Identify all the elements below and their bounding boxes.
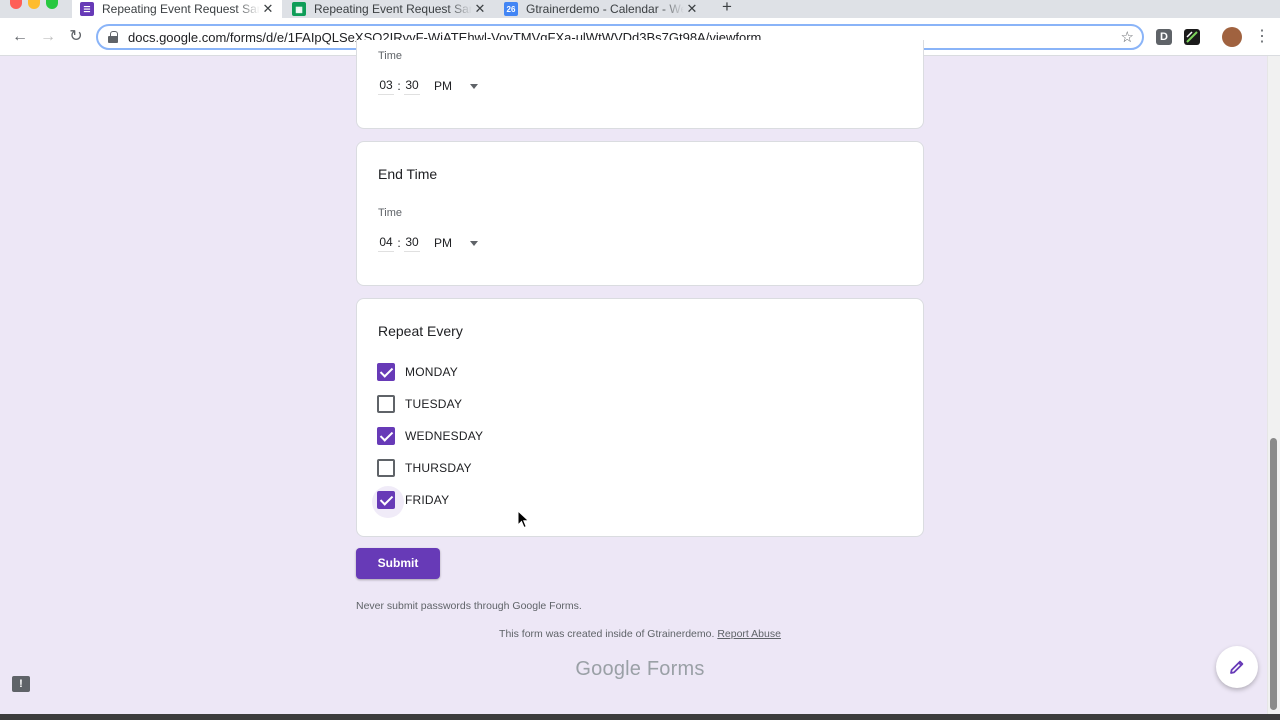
time-separator: :	[397, 236, 401, 250]
extension-d-icon[interactable]: D	[1156, 29, 1172, 45]
lock-icon	[108, 31, 118, 43]
feedback-icon[interactable]: !	[12, 676, 30, 692]
forms-icon: ☰	[80, 2, 94, 16]
checkbox-option-thursday[interactable]: THURSDAY	[377, 458, 472, 478]
edit-pencil-button[interactable]	[1216, 646, 1258, 688]
time-label: Time	[378, 50, 403, 62]
option-label: MONDAY	[405, 365, 458, 379]
checkbox[interactable]	[377, 459, 395, 477]
tab-title: Repeating Event Request Samp	[314, 2, 472, 16]
browser-menu-icon[interactable]: ⋮	[1252, 27, 1272, 47]
end-time-input: 04 : 30 PM	[378, 233, 478, 253]
reload-button[interactable]: ↻	[66, 27, 86, 47]
time-label: Time	[378, 207, 403, 219]
new-tab-button[interactable]: +	[718, 0, 736, 18]
calendar-icon: 26	[504, 2, 518, 16]
close-tab-icon[interactable]: ✕	[472, 1, 488, 17]
created-text: This form was created inside of Gtrainer…	[499, 628, 715, 640]
window-bottom-edge	[0, 714, 1280, 720]
time-separator: :	[397, 79, 401, 93]
profile-avatar[interactable]	[1222, 27, 1242, 47]
end-minute-field[interactable]: 30	[404, 235, 420, 252]
bookmark-star-icon[interactable]: ☆	[1121, 28, 1134, 46]
close-window-button[interactable]	[10, 0, 22, 9]
end-time-title: End Time	[378, 166, 438, 182]
chevron-down-icon[interactable]	[470, 240, 478, 246]
start-minute-field[interactable]: 30	[404, 78, 420, 95]
tab-forms[interactable]: ☰ Repeating Event Request Samp ✕	[72, 0, 282, 18]
google-forms-logo[interactable]: Google Forms	[0, 658, 1280, 681]
forward-button[interactable]: →	[38, 27, 58, 47]
report-abuse-link[interactable]: Report Abuse	[717, 628, 781, 640]
scrollbar-thumb[interactable]	[1270, 438, 1277, 710]
chevron-down-icon[interactable]	[470, 83, 478, 89]
sheets-icon: ▦	[292, 2, 306, 16]
mouse-cursor-icon	[517, 510, 530, 529]
close-tab-icon[interactable]: ✕	[260, 1, 276, 17]
brand-forms: Forms	[646, 658, 705, 680]
back-button[interactable]: ←	[10, 27, 30, 47]
maximize-window-button[interactable]	[46, 0, 58, 9]
extension-icon[interactable]	[1184, 29, 1200, 45]
checkbox-option-monday[interactable]: MONDAY	[377, 362, 458, 382]
end-ampm-select[interactable]: PM	[434, 236, 462, 250]
submit-button[interactable]: Submit	[356, 548, 440, 579]
tab-strip: ☰ Repeating Event Request Samp ✕ ▦ Repea…	[0, 0, 1280, 18]
start-time-card: Time 03 : 30 PM	[356, 40, 924, 129]
checkbox[interactable]	[372, 486, 404, 518]
tab-sheets[interactable]: ▦ Repeating Event Request Samp ✕	[284, 0, 494, 18]
checkbox-option-wednesday[interactable]: WEDNESDAY	[377, 426, 483, 446]
checkbox[interactable]	[377, 427, 395, 445]
start-hour-field[interactable]: 03	[378, 78, 394, 95]
brand-google: Google	[575, 658, 642, 680]
tab-title: Gtrainerdemo - Calendar - We	[526, 2, 684, 16]
tab-title: Repeating Event Request Samp	[102, 2, 260, 16]
repeat-every-title: Repeat Every	[378, 323, 463, 339]
option-label: THURSDAY	[405, 461, 472, 475]
checkbox-option-friday[interactable]: FRIDAY	[372, 486, 450, 518]
end-time-card: End Time Time 04 : 30 PM	[356, 141, 924, 286]
option-label: FRIDAY	[405, 493, 450, 507]
repeat-every-card: Repeat Every MONDAY TUESDAY WEDNESDAY TH…	[356, 298, 924, 537]
focus-ripple	[372, 486, 404, 518]
end-hour-field[interactable]: 04	[378, 235, 394, 252]
created-notice: This form was created inside of Gtrainer…	[0, 628, 1280, 640]
password-notice: Never submit passwords through Google Fo…	[356, 600, 582, 612]
option-label: TUESDAY	[405, 397, 463, 411]
pencil-icon	[1230, 660, 1244, 674]
option-label: WEDNESDAY	[405, 429, 484, 443]
minimize-window-button[interactable]	[28, 0, 40, 9]
checkbox[interactable]	[377, 363, 395, 381]
checkbox-option-tuesday[interactable]: TUESDAY	[377, 394, 462, 414]
tab-calendar[interactable]: 26 Gtrainerdemo - Calendar - We ✕	[496, 0, 706, 18]
checkbox[interactable]	[377, 395, 395, 413]
start-time-input: 03 : 30 PM	[378, 76, 478, 96]
start-ampm-select[interactable]: PM	[434, 79, 462, 93]
close-tab-icon[interactable]: ✕	[684, 1, 700, 17]
